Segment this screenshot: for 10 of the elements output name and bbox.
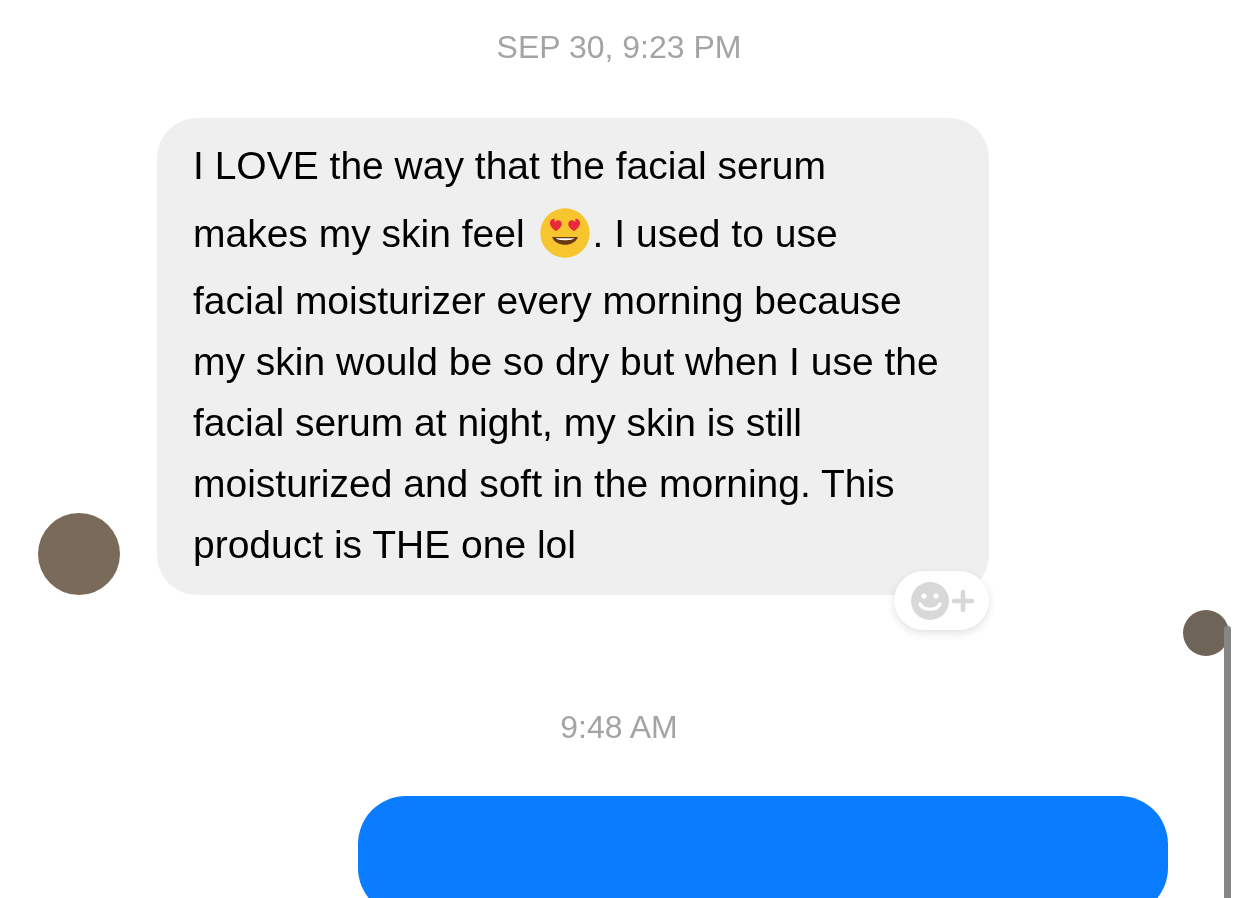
reaction-button[interactable] [894, 571, 989, 630]
message-text: . I used to use [592, 210, 838, 257]
add-reaction-icon [909, 580, 974, 621]
message-text: I LOVE the way that the facial serum [193, 143, 827, 189]
heart-eyes-emoji-icon [538, 207, 591, 259]
timestamp: 9:48 AM [560, 708, 678, 747]
timestamp: SEP 30, 9:23 PM [496, 28, 742, 67]
message-text: facial moisturizer every morning because my skin would be so dry but when I use the facial serum at night, my skin is still moisturized and soft in the morning. This product is THE one lol [193, 278, 940, 568]
avatar [1183, 610, 1229, 656]
message-text: makes my skin feel [193, 210, 525, 257]
